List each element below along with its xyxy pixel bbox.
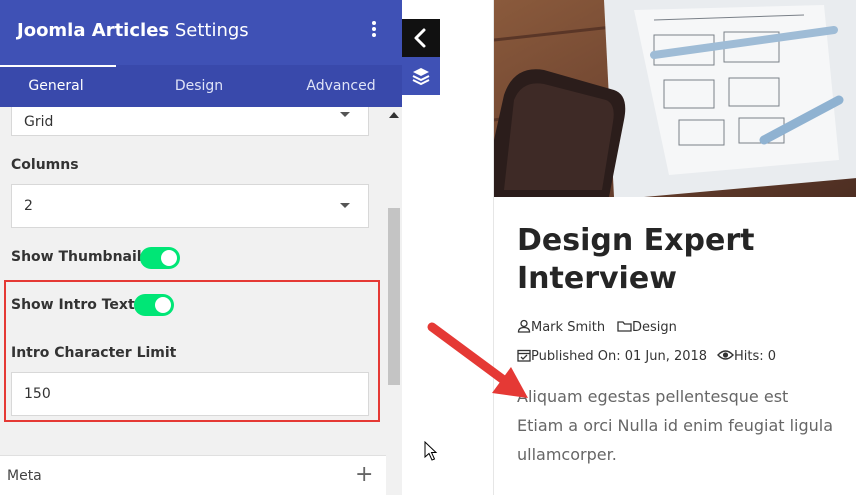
columns-label: Columns — [11, 157, 79, 173]
article-title[interactable]: Design Expert Interview — [517, 222, 837, 298]
published-date: Published On: 01 Jun, 2018 — [531, 349, 708, 364]
columns-select-value: 2 — [24, 198, 33, 214]
hits-count: Hits: 0 — [734, 349, 777, 364]
author-meta[interactable]: Mark Smith — [517, 319, 605, 335]
article-intro-text: Aliquam egestas pellentesque est Etiam a… — [517, 387, 834, 464]
eye-icon — [717, 350, 734, 360]
collapse-panel-button[interactable] — [402, 19, 440, 57]
scroll-thumb[interactable] — [388, 208, 400, 385]
meta-section-label: Meta — [7, 468, 42, 484]
columns-select[interactable]: 2 — [11, 184, 369, 228]
layout-select-value: Grid — [24, 114, 54, 130]
panel-title: Joomla Articles Settings — [17, 20, 249, 41]
layout-select[interactable]: Grid — [11, 107, 369, 136]
chevron-down-icon — [340, 112, 350, 117]
article-preview: Design Expert Interview Mark Smith Desig… — [493, 0, 856, 495]
meta-section[interactable]: Meta + — [0, 455, 386, 495]
category-meta[interactable]: Design — [617, 319, 677, 335]
tab-design[interactable]: Design — [140, 65, 258, 107]
user-icon — [517, 319, 531, 333]
author-name: Mark Smith — [531, 320, 606, 335]
tab-general[interactable]: General — [0, 65, 112, 107]
published-meta: Published On: 01 Jun, 2018 — [517, 348, 707, 364]
cursor-icon — [424, 441, 438, 461]
tab-advanced[interactable]: Advanced — [282, 65, 400, 107]
calendar-icon — [517, 349, 531, 362]
layers-icon — [412, 68, 430, 86]
show-thumbnail-toggle[interactable] — [140, 247, 180, 269]
panel-header: Joomla Articles Settings — [0, 0, 402, 65]
scroll-up-icon[interactable] — [389, 112, 399, 118]
active-tab-indicator — [0, 65, 116, 67]
highlight-box — [4, 280, 380, 422]
hits-meta: Hits: 0 — [717, 348, 776, 364]
scrollbar[interactable] — [386, 107, 402, 495]
folder-icon — [617, 321, 632, 332]
category-name: Design — [632, 320, 677, 335]
layers-button[interactable] — [402, 57, 440, 95]
chevron-left-icon — [414, 28, 426, 48]
kebab-menu-icon[interactable] — [364, 19, 384, 43]
tab-bar: General Design Advanced — [0, 65, 402, 107]
settings-panel: Joomla Articles Settings General Design … — [0, 0, 402, 495]
show-thumbnail-label: Show Thumbnail — [11, 249, 142, 265]
plus-icon[interactable]: + — [355, 464, 373, 486]
article-thumbnail — [494, 0, 856, 197]
chevron-down-icon — [340, 203, 350, 208]
